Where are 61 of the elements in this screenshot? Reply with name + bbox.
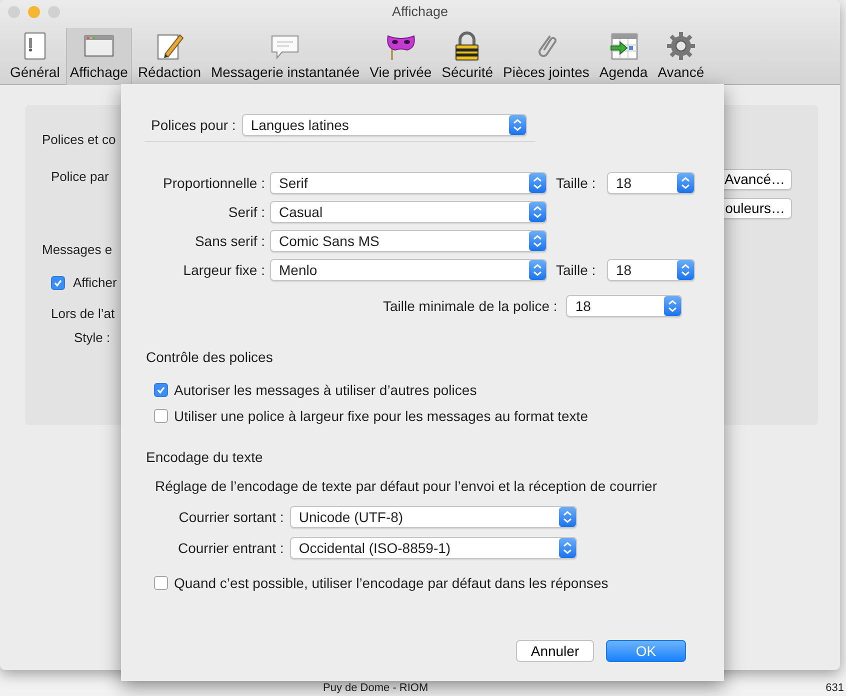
dropdown[interactable]: 18 — [607, 259, 695, 281]
dropdown[interactable]: 18 — [607, 172, 695, 194]
checkbox-label: Quand c’est possible, utiliser l’encodage par défaut dans les réponses — [174, 575, 608, 591]
list-text: 631 — [826, 682, 844, 696]
dropdown[interactable]: Menlo — [270, 259, 547, 281]
field-label: Taille : — [556, 175, 597, 191]
stepper-icon — [529, 260, 546, 280]
stepper-icon — [558, 507, 576, 527]
field-label: Police par — [51, 169, 110, 185]
field-label: Courrier entrant : — [178, 540, 284, 556]
check-icon — [156, 385, 166, 395]
field-label: Largeur fixe : — [182, 262, 265, 278]
window-control-icon[interactable] — [8, 6, 20, 18]
toolbar-tab[interactable]: Messagerie instantanée — [206, 28, 364, 85]
section-heading: Messages e — [42, 242, 114, 258]
dropdown[interactable]: Occidental (ISO-8859-1) — [290, 537, 577, 559]
list-text: Puy de Dome - RIOM — [323, 682, 428, 696]
dropdown[interactable]: Unicode (UTF-8) — [290, 506, 577, 528]
checkbox[interactable] — [154, 383, 168, 397]
window-control-icon[interactable] — [48, 6, 60, 18]
dropdown[interactable]: 18 — [566, 295, 682, 317]
field-label: Lors de l’at — [51, 306, 116, 322]
stepper-icon — [558, 538, 576, 558]
toolbar-tab[interactable]: Général — [6, 28, 64, 85]
stepper-icon — [508, 115, 526, 135]
field-label: Polices pour : — [151, 117, 236, 133]
stepper-icon — [529, 202, 546, 222]
stepper-icon — [664, 296, 682, 316]
checkbox-label: Utiliser une police à largeur fixe pour les messages au format texte — [174, 408, 588, 424]
cancel-button[interactable]: Annuler — [516, 640, 594, 662]
stepper-icon — [677, 173, 694, 193]
field-label: Serif : — [227, 204, 265, 220]
field-label: Taille : — [556, 262, 597, 278]
field-label: Courrier sortant : — [178, 509, 284, 525]
gear-icon — [664, 30, 697, 62]
field-label: Sans serif : — [194, 233, 265, 249]
stepper-icon — [677, 260, 694, 280]
dropdown[interactable]: Serif — [270, 172, 547, 194]
checkbox[interactable] — [154, 576, 168, 590]
toolbar-tab[interactable]: Agenda — [595, 28, 652, 85]
window-title: Affichage — [392, 4, 448, 19]
dropdown[interactable]: Langues latines — [242, 114, 527, 136]
field-label: Proportionnelle : — [162, 175, 265, 191]
field-label: Style : — [74, 330, 112, 346]
section-heading: Contrôle des polices — [146, 349, 273, 365]
toolbar-tab[interactable]: Pièces jointes — [499, 28, 594, 85]
field-label: Taille minimale de la police : — [383, 298, 558, 314]
description-text: Réglage de l’encodage de texte par défaut pour l’envoi et la réception de courrier — [155, 478, 657, 494]
section-heading: Encodage du texte — [146, 449, 263, 465]
section-heading: Polices et co — [42, 132, 117, 148]
toolbar-tab[interactable]: Affichage — [66, 28, 132, 85]
stepper-icon — [529, 173, 546, 193]
stepper-icon — [529, 231, 546, 251]
checkbox[interactable] — [51, 276, 65, 290]
checkbox[interactable] — [154, 409, 168, 423]
dropdown[interactable]: Comic Sans MS — [270, 230, 547, 252]
check-icon — [53, 278, 63, 288]
checkbox-label: Afficher — [73, 275, 117, 291]
dropdown[interactable]: Casual — [270, 201, 547, 223]
checkbox-label: Autoriser les messages à utiliser d’autres polices — [174, 382, 477, 398]
window-control-icon[interactable] — [28, 6, 40, 18]
